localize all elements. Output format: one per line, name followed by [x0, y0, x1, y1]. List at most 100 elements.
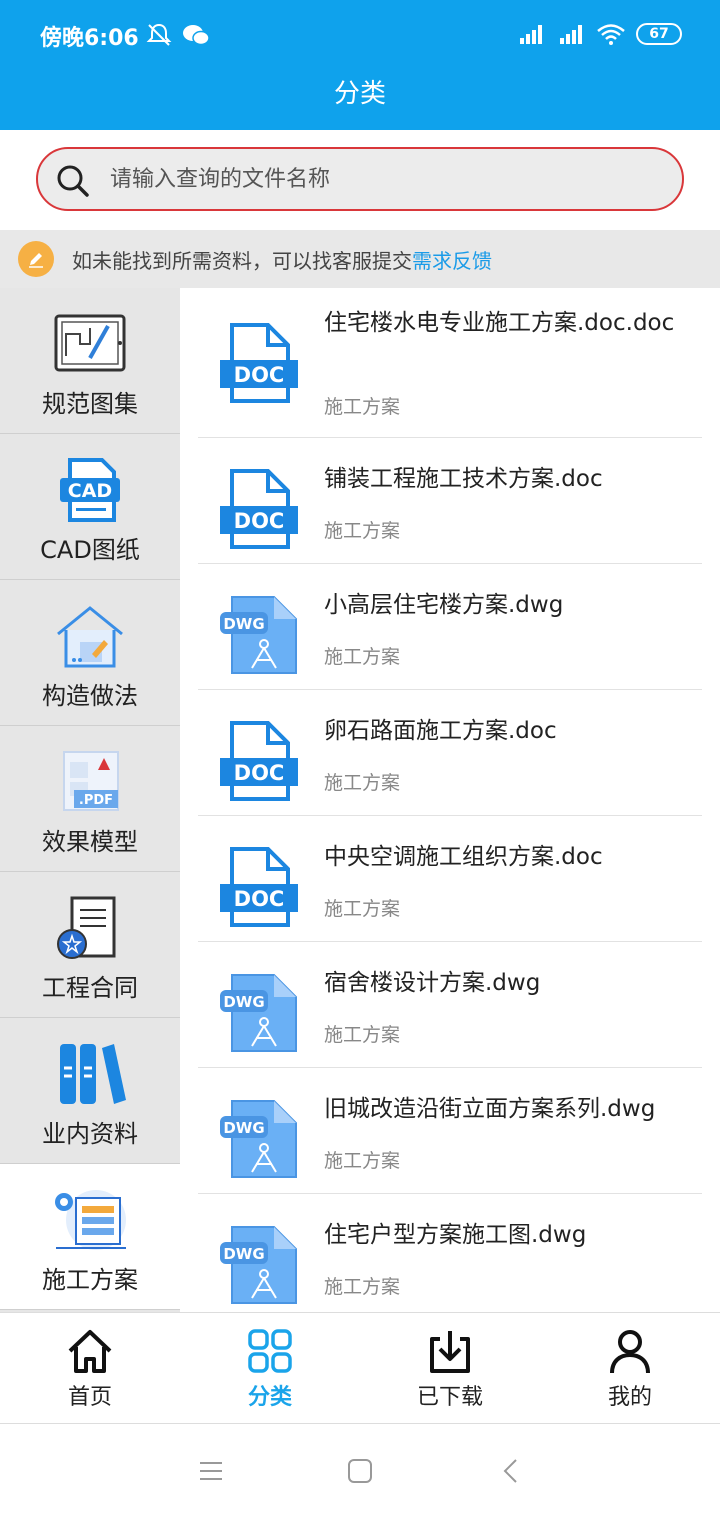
pdf-icon: .PDF [63, 751, 119, 811]
file-name: 住宅楼水电专业施工方案.doc.doc [324, 310, 675, 336]
house-icon [57, 606, 123, 668]
nav-label: 已下载 [416, 1385, 483, 1410]
dwg-file-icon: DWG [220, 1226, 297, 1304]
file-list: DOC 住宅楼水电专业施工方案.doc.doc 施工方案 DOC 铺装工程施工技… [180, 288, 720, 1312]
wifi-icon [597, 24, 625, 45]
doc-file-icon: DOC [220, 721, 298, 801]
file-category: 施工方案 [324, 1024, 401, 1046]
bottom-nav: 首页 分类 已下载 我的 [0, 1312, 720, 1424]
file-category: 施工方案 [324, 898, 401, 920]
list-item[interactable]: DOC 住宅楼水电专业施工方案.doc.doc 施工方案 [198, 288, 702, 438]
dwg-file-icon: DWG [220, 974, 297, 1052]
notice-bar: 如未能找到所需资料，可以找客服提交需求反馈 [0, 230, 720, 288]
status-time: 傍晚6:06 [40, 26, 139, 51]
file-name: 卵石路面施工方案.doc [324, 718, 557, 744]
svg-text:DOC: DOC [234, 761, 285, 785]
sidebar-item-label: 施工方案 [42, 1266, 138, 1294]
svg-text:CAD: CAD [68, 480, 112, 502]
home-icon [68, 1330, 112, 1373]
svg-text:DWG: DWG [223, 1245, 264, 1263]
search-area [0, 130, 720, 230]
file-name: 小高层住宅楼方案.dwg [324, 592, 564, 618]
list-item[interactable]: DOC 铺装工程施工技术方案.doc 施工方案 [198, 438, 702, 564]
status-bar: 傍晚6:06 67 [0, 0, 720, 70]
file-name: 铺装工程施工技术方案.doc [324, 466, 603, 492]
list-item[interactable]: DWG 小高层住宅楼方案.dwg 施工方案 [198, 564, 702, 690]
page-title: 分类 [0, 70, 720, 130]
search-input[interactable] [110, 157, 650, 201]
nav-label: 我的 [607, 1385, 652, 1410]
list-item[interactable]: DWG 旧城改造沿街立面方案系列.dwg 施工方案 [198, 1068, 702, 1194]
notification-muted-icon [146, 23, 172, 46]
nav-home[interactable]: 首页 [0, 1313, 180, 1423]
grid-icon [248, 1329, 292, 1373]
nav-me[interactable]: 我的 [540, 1313, 720, 1423]
dwg-file-icon: DWG [220, 596, 297, 674]
feedback-link[interactable]: 需求反馈 [412, 249, 492, 273]
wechat-icon [183, 25, 210, 46]
svg-text:DWG: DWG [223, 993, 264, 1011]
file-category: 施工方案 [324, 396, 401, 418]
binders-icon [60, 1044, 126, 1104]
sidebar-item-construction-plans[interactable]: 施工方案 [0, 1164, 180, 1310]
svg-text:.PDF: .PDF [79, 793, 113, 808]
file-name: 旧城改造沿街立面方案系列.dwg [324, 1096, 656, 1122]
notice-text: 如未能找到所需资料，可以找客服提交需求反馈 [72, 245, 492, 274]
file-category: 施工方案 [324, 1150, 401, 1172]
search-box[interactable] [36, 147, 684, 211]
category-sidebar: 规范图集 CAD CAD图纸 构造做法 .PDF 效果模型 工程合同 业内资料 … [0, 288, 180, 1312]
sidebar-item-label: 构造做法 [42, 682, 138, 710]
svg-text:DOC: DOC [234, 509, 285, 533]
sidebar-item-label: 规范图集 [42, 390, 138, 418]
svg-text:DWG: DWG [223, 615, 264, 633]
cad-file-icon: CAD [60, 458, 120, 522]
doc-file-icon: DOC [220, 847, 298, 927]
edit-icon [18, 241, 54, 277]
sidebar-item-models[interactable]: .PDF 效果模型 [0, 726, 180, 872]
list-item[interactable]: DWG 住宅户型方案施工图.dwg 施工方案 [198, 1194, 702, 1312]
svg-text:DOC: DOC [234, 887, 285, 911]
doc-file-icon: DOC [220, 469, 298, 549]
sidebar-item-label: CAD图纸 [40, 536, 140, 564]
notice-message: 如未能找到所需资料，可以找客服提交 [72, 249, 412, 273]
file-category: 施工方案 [324, 1276, 401, 1298]
nav-category[interactable]: 分类 [180, 1313, 360, 1423]
signal-hd-icon [520, 25, 542, 44]
sidebar-item-construction[interactable]: 构造做法 [0, 580, 180, 726]
sidebar-item-cad[interactable]: CAD CAD图纸 [0, 434, 180, 580]
sidebar-item-label: 效果模型 [42, 828, 138, 856]
list-item[interactable]: DOC 中央空调施工组织方案.doc 施工方案 [198, 816, 702, 942]
sidebar-item-label: 工程合同 [42, 974, 138, 1002]
sidebar-item-label: 业内资料 [42, 1120, 138, 1148]
file-name: 中央空调施工组织方案.doc [324, 844, 603, 870]
sidebar-item-standards[interactable]: 规范图集 [0, 288, 180, 434]
signal-hd-icon-2 [560, 25, 582, 44]
user-icon [610, 1330, 650, 1374]
file-category: 施工方案 [324, 772, 401, 794]
nav-label: 分类 [247, 1385, 292, 1410]
list-item[interactable]: DOC 卵石路面施工方案.doc 施工方案 [198, 690, 702, 816]
sidebar-item-contracts[interactable]: 工程合同 [0, 872, 180, 1018]
plan-icon [55, 1190, 126, 1250]
battery-indicator: 67 [636, 23, 682, 45]
svg-text:DOC: DOC [234, 363, 285, 387]
search-icon [57, 165, 89, 197]
doc-file-icon: DOC [220, 323, 298, 403]
blueprint-icon [54, 314, 126, 372]
svg-text:DWG: DWG [223, 1119, 264, 1137]
dwg-file-icon: DWG [220, 1100, 297, 1178]
menu-icon[interactable] [196, 1456, 226, 1486]
contract-icon [57, 896, 116, 959]
nav-label: 首页 [67, 1385, 112, 1410]
file-category: 施工方案 [324, 646, 401, 668]
file-name: 宿舍楼设计方案.dwg [324, 970, 541, 996]
list-item[interactable]: DWG 宿舍楼设计方案.dwg 施工方案 [198, 942, 702, 1068]
system-nav-bar [0, 1424, 720, 1520]
back-icon[interactable] [496, 1456, 526, 1486]
nav-downloaded[interactable]: 已下载 [360, 1313, 540, 1423]
file-name: 住宅户型方案施工图.dwg [324, 1222, 587, 1248]
file-category: 施工方案 [324, 520, 401, 542]
home-square-icon[interactable] [345, 1456, 375, 1486]
sidebar-item-industry-docs[interactable]: 业内资料 [0, 1018, 180, 1164]
download-icon [430, 1331, 470, 1373]
